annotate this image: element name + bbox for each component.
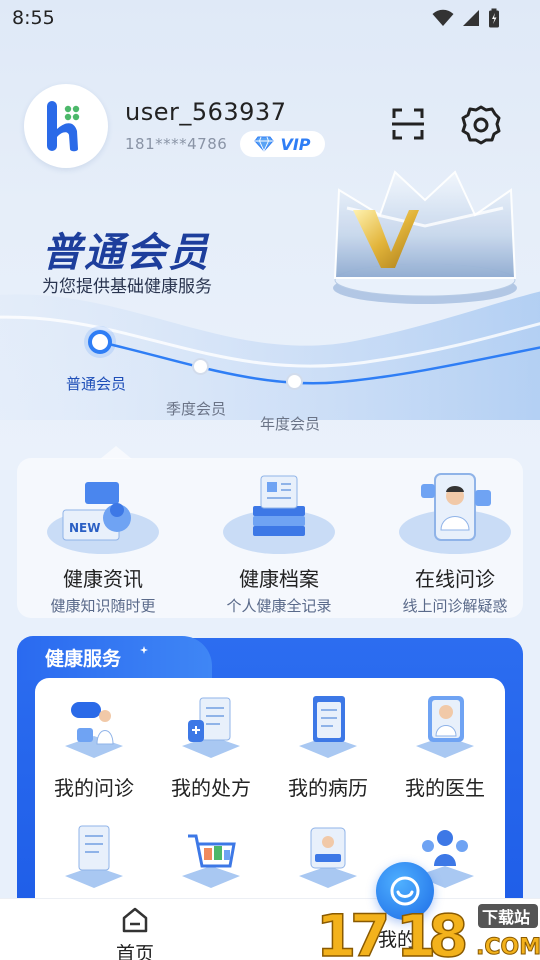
feature-health-archive[interactable]: 健康档案 个人健康全记录 <box>203 466 371 616</box>
wifi-icon <box>432 9 454 26</box>
avatar[interactable] <box>24 84 108 168</box>
svg-text:.COM: .COM <box>476 935 540 960</box>
features-card: NEW 健康资讯 健康知识随时更 健康档案 个人健康全记录 在线问诊 线上问诊解… <box>17 458 523 618</box>
feature-health-news[interactable]: NEW 健康资讯 健康知识随时更 <box>27 466 195 616</box>
tier-label-yearly[interactable]: 年度会员 <box>260 413 320 434</box>
feature-subtitle: 健康知识随时更 <box>50 597 156 615</box>
tier-dot-quarterly[interactable] <box>192 358 209 375</box>
feature-online-consult[interactable]: 在线问诊 线上问诊解疑惑 <box>379 466 540 616</box>
settings-button[interactable] <box>460 104 502 146</box>
gear-icon <box>461 105 501 145</box>
doctor-icon <box>416 696 474 758</box>
prescription-icon <box>182 697 240 758</box>
status-bar: 8:55 <box>0 0 540 36</box>
phone-number: 181****4786 <box>125 135 228 153</box>
svg-text:7: 7 <box>350 902 390 960</box>
status-time: 8:55 <box>12 7 55 29</box>
battery-icon <box>489 8 499 28</box>
vip-label: VIP <box>280 134 311 154</box>
doctor-phone-icon <box>399 473 511 554</box>
vip-badge[interactable]: VIP <box>240 131 325 157</box>
svg-text:8: 8 <box>428 902 468 960</box>
health-services-title: 健康服务 <box>45 648 122 670</box>
username: user_563937 <box>125 98 287 126</box>
feature-title: 健康档案 <box>239 567 319 591</box>
tier-dot-active[interactable] <box>88 330 112 354</box>
scan-button[interactable] <box>388 104 428 144</box>
nav-home[interactable]: 首页 <box>95 903 175 960</box>
service-my-doctor[interactable]: 我的医生 <box>390 692 500 802</box>
service-shop[interactable] <box>156 822 266 902</box>
service-my-medical-record[interactable]: 我的病历 <box>273 692 383 802</box>
service-my-prescription[interactable]: 我的处方 <box>156 692 266 802</box>
service-label: 我的病历 <box>288 776 368 800</box>
app-logo-icon <box>47 101 80 152</box>
crown-icon <box>333 170 517 304</box>
signal-icon <box>463 10 479 26</box>
diamond-icon <box>254 136 275 152</box>
service-label: 我的医生 <box>405 776 485 800</box>
tier-label-basic[interactable]: 普通会员 <box>66 373 126 394</box>
home-icon <box>122 907 148 933</box>
watermark-logo: 1 7 1 8 下载站 .COM <box>316 901 540 960</box>
sparkle-icon <box>140 646 148 654</box>
cart-icon <box>182 834 240 888</box>
medical-record-icon <box>299 696 357 758</box>
membership-title: 普通会员 <box>42 230 210 276</box>
svg-text:下载站: 下载站 <box>482 908 530 927</box>
feature-subtitle: 个人健康全记录 <box>226 597 332 615</box>
health-services-grid: 我的问诊 我的处方 我的病历 我的医生 <box>35 678 505 918</box>
report-icon <box>65 825 123 888</box>
svg-text:NEW: NEW <box>69 521 100 535</box>
tier-dot-yearly[interactable] <box>286 373 303 390</box>
membership-subtitle: 为您提供基础健康服务 <box>42 277 212 297</box>
newspaper-icon: NEW <box>47 482 159 554</box>
tier-label-quarterly[interactable]: 季度会员 <box>166 398 226 419</box>
service-my-consultation[interactable]: 我的问诊 <box>39 692 149 802</box>
id-card-icon <box>299 827 357 888</box>
feature-subtitle: 线上问诊解疑惑 <box>402 597 508 615</box>
service-report[interactable] <box>39 822 149 902</box>
service-label: 我的处方 <box>171 776 251 800</box>
archive-icon <box>223 475 335 554</box>
feature-title: 健康资讯 <box>63 567 143 591</box>
scan-icon <box>392 108 424 140</box>
nav-home-label: 首页 <box>115 943 154 960</box>
service-card[interactable] <box>273 822 383 902</box>
service-label: 我的问诊 <box>54 776 134 800</box>
status-icons <box>432 8 500 28</box>
feature-title: 在线问诊 <box>415 567 495 591</box>
consultation-icon <box>65 702 123 758</box>
